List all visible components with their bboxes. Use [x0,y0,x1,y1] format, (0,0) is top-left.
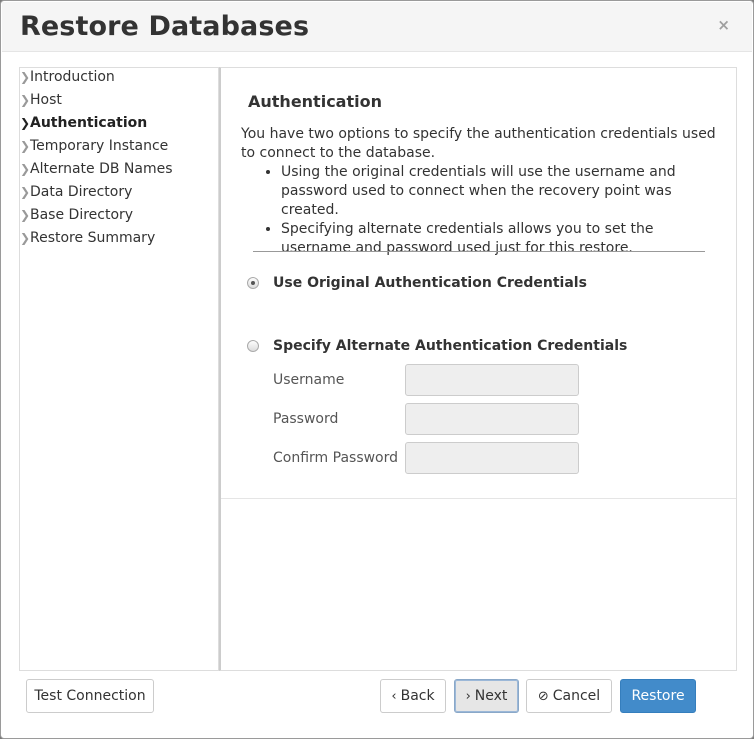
button-label: Back [400,688,435,704]
step-label: Alternate DB Names [30,161,173,177]
step-base-directory[interactable]: ❯Base Directory [20,207,133,230]
close-icon[interactable]: × [717,18,730,33]
confirm-password-label: Confirm Password [273,450,399,466]
chevron-left-icon: ‹ [391,688,397,704]
ban-icon: ⊘ [537,688,549,704]
step-label: Introduction [30,69,115,85]
chevron-right-icon: ❯ [20,116,31,130]
button-label: Cancel [552,688,601,704]
list-item: Specifying alternate credentials allows … [281,220,721,258]
chevron-right-icon: ❯ [20,139,31,153]
authentication-section: Authentication You have two options to s… [221,68,736,499]
dialog-header: Restore Databases × [2,2,752,52]
step-temporary-instance[interactable]: ❯Temporary Instance [20,138,168,161]
restore-databases-dialog: Restore Databases × ❯Introduction ❯Host … [0,0,754,739]
specify-alternate-credentials-radio[interactable] [247,340,259,352]
cancel-button[interactable]: ⊘ Cancel [526,679,612,713]
divider [253,251,705,252]
button-label: Test Connection [34,688,146,704]
step-data-directory[interactable]: ❯Data Directory [20,184,132,207]
step-authentication[interactable]: ❯Authentication [20,115,147,138]
chevron-right-icon: ❯ [20,185,31,199]
wizard-steps-sidebar: ❯Introduction ❯Host ❯Authentication ❯Tem… [19,67,219,671]
use-original-credentials-option[interactable]: Use Original Authentication Credentials [247,273,587,293]
password-label: Password [273,411,339,427]
chevron-right-icon: › [465,688,471,704]
dialog-title: Restore Databases [20,11,310,42]
chevron-right-icon: ❯ [20,208,31,222]
list-item: Using the original credentials will use … [281,163,721,220]
back-button[interactable]: ‹ Back [380,679,446,713]
step-label: Authentication [30,115,148,131]
step-label: Base Directory [30,207,134,223]
specify-alternate-credentials-option[interactable]: Specify Alternate Authentication Credent… [247,336,627,356]
step-label: Temporary Instance [30,138,169,154]
step-label: Data Directory [30,184,133,200]
radio-label: Use Original Authentication Credentials [273,275,587,291]
chevron-right-icon: ❯ [20,231,31,245]
explanation-list: Using the original credentials will use … [261,163,721,258]
confirm-password-field[interactable] [405,442,579,474]
test-connection-button[interactable]: Test Connection [26,679,154,713]
step-host[interactable]: ❯Host [20,92,62,115]
chevron-right-icon: ❯ [20,93,31,107]
password-field[interactable] [405,403,579,435]
chevron-right-icon: ❯ [20,162,31,176]
username-field[interactable] [405,364,579,396]
username-label: Username [273,372,345,388]
step-label: Host [30,92,62,108]
step-introduction[interactable]: ❯Introduction [20,69,115,92]
step-restore-summary[interactable]: ❯Restore Summary [20,230,155,253]
step-content-panel: Authentication You have two options to s… [219,67,737,671]
chevron-right-icon: ❯ [20,70,31,84]
step-label: Restore Summary [30,230,156,246]
step-alternate-db-names[interactable]: ❯Alternate DB Names [20,161,173,184]
use-original-credentials-radio[interactable] [247,277,259,289]
button-label: Restore [631,688,685,704]
next-button[interactable]: › Next [454,679,519,713]
button-label: Next [474,688,508,704]
section-title: Authentication [248,92,382,111]
radio-label: Specify Alternate Authentication Credent… [273,338,628,354]
intro-text: You have two options to specify the auth… [241,126,716,161]
restore-button[interactable]: Restore [620,679,696,713]
